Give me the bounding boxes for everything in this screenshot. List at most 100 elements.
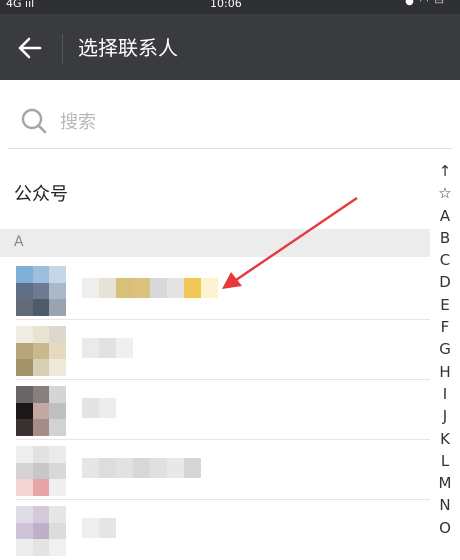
avatar-pixel (16, 539, 33, 556)
avatar (16, 446, 66, 496)
index-letter[interactable]: N (439, 494, 450, 516)
name-pixel (82, 458, 99, 478)
official-accounts-entry[interactable]: 公众号 (0, 168, 430, 220)
index-letter[interactable]: A (440, 205, 450, 227)
avatar-pixel (49, 479, 66, 496)
title-bar: 选择联系人 (0, 14, 460, 80)
avatar-pixel (49, 359, 66, 376)
avatar-pixel (49, 539, 66, 556)
avatar-pixel (49, 299, 66, 316)
avatar-pixel (32, 326, 50, 343)
avatar-pixel (49, 462, 66, 480)
avatar-pixel (16, 522, 33, 540)
avatar-pixel (32, 299, 50, 316)
group-header-a: A (0, 229, 430, 257)
search-underline (8, 148, 452, 149)
avatar-pixel (16, 506, 33, 523)
name-pixel (99, 278, 116, 298)
index-letter[interactable]: C (440, 249, 450, 271)
avatar-pixel (16, 446, 33, 463)
name-pixel (116, 338, 133, 358)
avatar-pixel (32, 342, 50, 360)
avatar-pixel (49, 419, 66, 436)
index-letter[interactable]: F (441, 316, 450, 338)
status-bar: 4G ııl 10:06 ●◠▭ (0, 0, 460, 14)
name-pixel (150, 278, 167, 298)
avatar-pixel (49, 266, 66, 283)
name-pixel (116, 458, 133, 478)
name-pixel (82, 338, 99, 358)
official-accounts-label: 公众号 (14, 184, 68, 205)
contact-row[interactable] (0, 440, 430, 500)
title-divider (62, 34, 63, 64)
avatar-pixel (32, 479, 50, 496)
avatar-pixel (49, 402, 66, 420)
avatar-pixel (32, 506, 50, 523)
avatar-pixel (32, 462, 50, 480)
status-time: 10:06 (210, 0, 242, 10)
index-letter[interactable]: ↑ (439, 160, 452, 182)
index-letter[interactable]: M (439, 472, 452, 494)
index-letter[interactable]: H (439, 361, 450, 383)
avatar-pixel (16, 359, 33, 376)
contact-name-blurred (82, 278, 218, 298)
back-button[interactable] (14, 34, 46, 62)
avatar-pixel (16, 386, 33, 403)
contact-name-blurred (82, 398, 116, 418)
avatar-pixel (49, 522, 66, 540)
avatar (16, 326, 66, 376)
index-letter[interactable]: L (441, 450, 449, 472)
alphabet-index: ↑ ☆ A B C D E F G H I J K L M N O (430, 160, 460, 537)
contact-name-blurred (82, 458, 201, 478)
contact-row[interactable] (0, 380, 430, 440)
avatar-pixel (49, 342, 66, 360)
name-pixel (99, 338, 116, 358)
contact-row[interactable] (0, 260, 430, 320)
avatar-pixel (49, 326, 66, 343)
name-pixel (99, 398, 116, 418)
wifi-icon: ◠ (419, 0, 435, 7)
avatar-pixel (16, 462, 33, 480)
avatar-pixel (32, 282, 50, 300)
name-pixel (133, 458, 150, 478)
search-input[interactable] (58, 107, 402, 137)
name-pixel (99, 458, 116, 478)
index-letter[interactable]: G (439, 338, 451, 360)
name-pixel (82, 398, 99, 418)
avatar-pixel (16, 282, 33, 300)
contact-name-blurred (82, 338, 133, 358)
avatar (16, 266, 66, 316)
name-pixel (116, 278, 133, 298)
index-letter[interactable]: B (440, 227, 450, 249)
name-pixel (82, 278, 99, 298)
avatar-pixel (49, 282, 66, 300)
contact-row[interactable] (0, 500, 430, 560)
avatar-pixel (32, 266, 50, 283)
avatar-pixel (49, 386, 66, 403)
network-indicator: 4G ııl (6, 0, 35, 10)
index-letter[interactable]: J (443, 405, 447, 427)
avatar-pixel (16, 419, 33, 436)
name-pixel (184, 278, 201, 298)
contact-row[interactable] (0, 320, 430, 380)
avatar-pixel (16, 299, 33, 316)
index-letter[interactable]: D (439, 271, 451, 293)
index-letter[interactable]: K (440, 428, 450, 450)
search-bar (0, 95, 460, 149)
name-pixel (167, 458, 184, 478)
index-letter[interactable]: O (439, 517, 451, 539)
avatar-pixel (16, 402, 33, 420)
index-letter[interactable]: ☆ (438, 182, 451, 204)
index-letter[interactable]: E (440, 294, 449, 316)
avatar-pixel (32, 402, 50, 420)
battery-icon: ▭ (434, 0, 450, 7)
avatar (16, 386, 66, 436)
name-pixel (150, 458, 167, 478)
avatar-pixel (32, 359, 50, 376)
avatar-pixel (16, 479, 33, 496)
index-letter[interactable]: I (443, 383, 447, 405)
alarm-icon: ● (405, 0, 420, 7)
status-icons: ●◠▭ (405, 0, 450, 7)
avatar-pixel (32, 386, 50, 403)
page-title: 选择联系人 (78, 36, 178, 60)
